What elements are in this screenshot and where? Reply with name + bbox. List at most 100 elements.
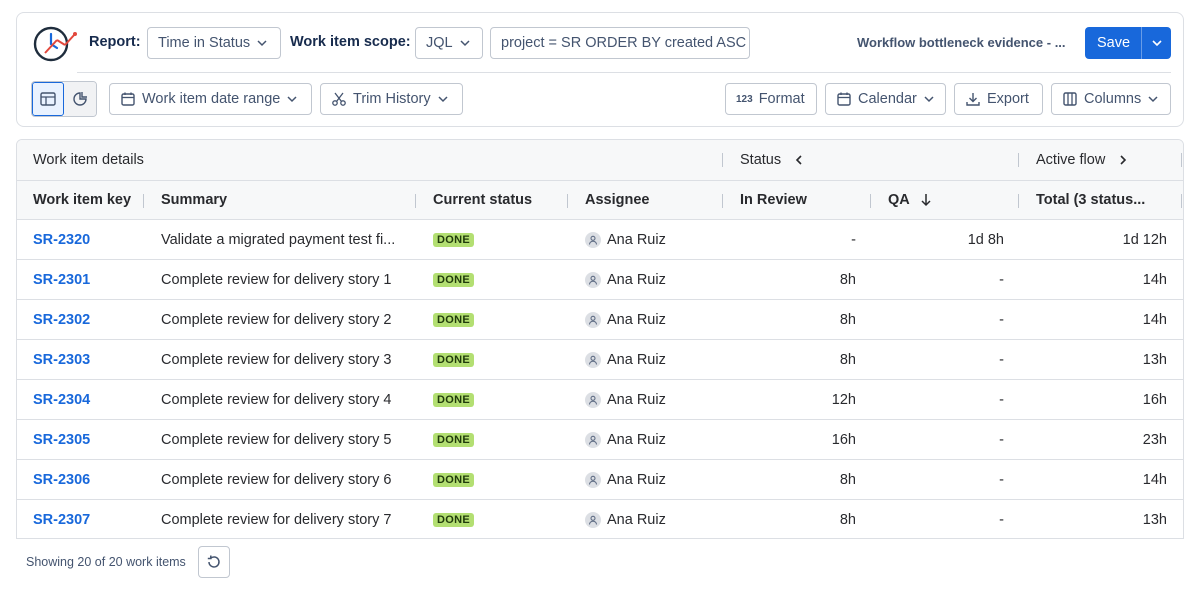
assignee-cell: Ana Ruiz: [585, 340, 715, 379]
date-range-button[interactable]: Work item date range: [109, 83, 312, 115]
in-review-cell: 16h: [831, 431, 856, 448]
column-divider: [870, 194, 871, 208]
table-row[interactable]: SR-2320 Validate a migrated payment test …: [17, 220, 1183, 260]
toolbar-row-primary: Report: Time in Status Work item scope: …: [17, 13, 1183, 72]
table-row[interactable]: SR-2304 Complete review for delivery stor…: [17, 380, 1183, 420]
status-badge: DONE: [433, 472, 474, 487]
format-button[interactable]: 123 Format: [725, 83, 817, 115]
summary-cell: Complete review for delivery story 1: [161, 271, 392, 288]
column-divider: [143, 194, 144, 208]
save-options-button[interactable]: [1142, 37, 1171, 49]
qa-cell: -: [999, 471, 1004, 488]
chevron-down-icon: [438, 96, 448, 103]
column-divider: [722, 194, 723, 208]
scope-select-value: JQL: [426, 35, 453, 51]
assignee-name: Ana Ruiz: [607, 311, 666, 328]
in-review-cell: 8h: [839, 271, 856, 288]
work-item-key-cell: SR-2303: [33, 340, 148, 379]
header-total[interactable]: Total (3 status...: [1036, 181, 1166, 219]
header-qa-label: QA: [888, 192, 910, 208]
table-row[interactable]: SR-2301 Complete review for delivery stor…: [17, 260, 1183, 300]
header-current-status[interactable]: Current status: [433, 181, 563, 219]
table-row[interactable]: SR-2303 Complete review for delivery stor…: [17, 340, 1183, 380]
table-icon: [40, 92, 56, 106]
work-item-key-link[interactable]: SR-2304: [33, 392, 90, 408]
calendar-label: Calendar: [858, 91, 917, 107]
work-item-key-link[interactable]: SR-2306: [33, 472, 90, 488]
table-row[interactable]: SR-2302 Complete review for delivery stor…: [17, 300, 1183, 340]
report-select[interactable]: Time in Status: [147, 27, 281, 59]
summary-cell: Validate a migrated payment test fi...: [161, 231, 396, 248]
status-badge: DONE: [433, 232, 474, 247]
column-divider: [415, 194, 416, 208]
avatar: [585, 511, 601, 528]
header-work-item-key[interactable]: Work item key: [33, 181, 148, 219]
group-divider: [1018, 153, 1019, 167]
chevron-down-icon: [1148, 96, 1158, 103]
work-item-key-link[interactable]: SR-2301: [33, 272, 90, 288]
total-cell: 16h: [1142, 391, 1167, 408]
save-button-label: Save: [1097, 35, 1131, 51]
current-status-cell: DONE: [433, 260, 563, 299]
avatar: [585, 391, 601, 408]
calendar-button[interactable]: Calendar: [825, 83, 946, 115]
assignee-name: Ana Ruiz: [607, 391, 666, 408]
work-item-key-link[interactable]: SR-2307: [33, 512, 90, 528]
calendar-icon: [837, 92, 851, 106]
summary-cell: Complete review for delivery story 2: [161, 311, 392, 328]
assignee-cell: Ana Ruiz: [585, 420, 715, 459]
in-review-cell: -: [851, 231, 856, 248]
group-work-item-details: Work item details: [33, 152, 144, 168]
current-status-cell: DONE: [433, 420, 563, 459]
status-badge: DONE: [433, 512, 474, 527]
table-view-button[interactable]: [32, 82, 65, 116]
work-item-key-link[interactable]: SR-2302: [33, 312, 90, 328]
work-item-key-link[interactable]: SR-2303: [33, 352, 90, 368]
table-row[interactable]: SR-2306 Complete review for delivery stor…: [17, 460, 1183, 500]
group-active-flow[interactable]: Active flow: [1036, 140, 1176, 180]
summary-cell: Complete review for delivery story 7: [161, 511, 392, 528]
total-cell: 14h: [1142, 271, 1167, 288]
header-in-review[interactable]: In Review: [740, 181, 870, 219]
summary-cell: Complete review for delivery story 6: [161, 471, 392, 488]
assignee-cell: Ana Ruiz: [585, 380, 715, 419]
scope-select[interactable]: JQL: [415, 27, 483, 59]
assignee-name: Ana Ruiz: [607, 231, 666, 248]
header-qa[interactable]: QA: [888, 181, 1008, 219]
chevron-down-icon: [924, 96, 934, 103]
pie-chart-icon: [73, 92, 88, 106]
view-toggle: [31, 81, 97, 117]
header-summary[interactable]: Summary: [161, 181, 401, 219]
columns-button[interactable]: Columns: [1051, 83, 1171, 115]
toolbar-row-secondary: Work item date range Trim History 123 Fo…: [17, 73, 1183, 128]
total-cell: 1d 12h: [1122, 231, 1167, 248]
report-toolbar: Report: Time in Status Work item scope: …: [16, 12, 1184, 127]
export-button[interactable]: Export: [954, 83, 1043, 115]
group-status[interactable]: Status: [740, 140, 940, 180]
assignee-name: Ana Ruiz: [607, 431, 666, 448]
group-divider: [1181, 153, 1182, 167]
status-badge: DONE: [433, 392, 474, 407]
jql-query-input[interactable]: project = SR ORDER BY created ASC: [490, 27, 750, 59]
avatar: [585, 311, 601, 328]
trim-history-button[interactable]: Trim History: [320, 83, 463, 115]
chart-view-button[interactable]: [64, 82, 96, 116]
table-row[interactable]: SR-2305 Complete review for delivery stor…: [17, 420, 1183, 460]
report-name[interactable]: Workflow bottleneck evidence - ...: [857, 35, 1066, 50]
work-item-key-link[interactable]: SR-2305: [33, 432, 90, 448]
in-review-cell: 8h: [839, 471, 856, 488]
qa-cell: -: [999, 391, 1004, 408]
avatar: [585, 471, 601, 488]
table-row[interactable]: SR-2307 Complete review for delivery stor…: [17, 500, 1183, 538]
chevron-right-icon[interactable]: [1117, 154, 1129, 166]
chevron-left-icon[interactable]: [793, 154, 805, 166]
status-badge: DONE: [433, 272, 474, 287]
avatar: [585, 351, 601, 368]
sort-descending-icon[interactable]: [920, 193, 932, 207]
scope-label: Work item scope:: [290, 34, 411, 50]
refresh-button[interactable]: [198, 546, 230, 578]
save-button[interactable]: Save: [1085, 27, 1171, 59]
work-item-key-link[interactable]: SR-2320: [33, 232, 90, 248]
current-status-cell: DONE: [433, 460, 563, 499]
header-assignee[interactable]: Assignee: [585, 181, 715, 219]
